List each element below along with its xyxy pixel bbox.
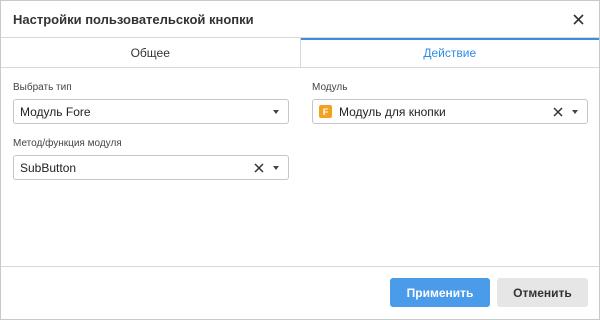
chevron-down-icon[interactable] [273,165,279,170]
dialog-footer: Применить Отменить [1,266,599,319]
module-field-label: Модуль [312,82,348,93]
type-field-label: Выбрать тип [13,82,72,93]
dialog-header: Настройки пользовательской кнопки [1,1,599,37]
type-field: Выбрать тип Модуль Fore [13,82,289,124]
type-select-value: Модуль Fore [20,104,91,119]
method-select[interactable]: SubButton [13,155,289,180]
fore-module-icon: F [319,105,332,118]
cancel-button[interactable]: Отменить [497,278,588,307]
tab-general[interactable]: Общее [1,38,301,67]
apply-button[interactable]: Применить [390,278,490,307]
chevron-down-icon[interactable] [273,109,279,114]
module-field: Модуль F Модуль для кнопки [312,82,588,124]
clear-icon[interactable] [253,162,265,174]
tab-content-action: Выбрать тип Модуль Fore Модуль F Модуль … [1,68,599,268]
method-select-value: SubButton [20,160,77,175]
close-icon[interactable] [569,10,587,28]
tab-bar: Общее Действие [1,37,599,68]
module-select-value: Модуль для кнопки [339,104,446,119]
chevron-down-icon[interactable] [572,109,578,114]
dialog-title: Настройки пользовательской кнопки [13,11,254,27]
tab-general-label: Общее [130,45,170,60]
method-field: Метод/функция модуля SubButton [13,138,289,180]
tab-action[interactable]: Действие [300,38,599,67]
clear-icon[interactable] [552,106,564,118]
module-select[interactable]: F Модуль для кнопки [312,99,588,124]
type-select[interactable]: Модуль Fore [13,99,289,124]
custom-button-settings-dialog: Настройки пользовательской кнопки Общее … [0,0,600,320]
tab-action-label: Действие [423,45,477,60]
method-field-label: Метод/функция модуля [13,138,122,149]
